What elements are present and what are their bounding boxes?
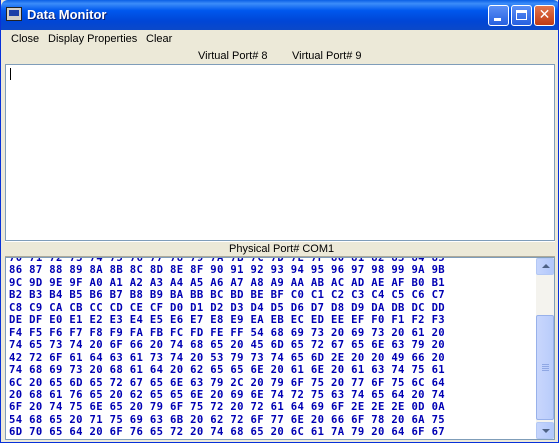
- title-bar[interactable]: Data Monitor ✕: [1, 0, 558, 30]
- menu-display-properties[interactable]: Display Properties: [48, 33, 137, 45]
- menu-clear[interactable]: Clear: [146, 33, 172, 45]
- hex-line: 54 68 65 20 71 75 69 63 6B 20 62 72 6F 7…: [9, 413, 446, 426]
- text-caret: [10, 68, 11, 80]
- grip-line: [542, 366, 549, 367]
- virtual-port-data-pane[interactable]: [5, 64, 555, 241]
- window-title: Data Monitor: [27, 7, 107, 22]
- physical-port-data-pane[interactable]: 70 71 72 73 74 75 76 77 78 79 7A 7B 7C 7…: [5, 257, 555, 440]
- physical-port-label: Physical Port# COM1: [229, 243, 335, 255]
- hex-dump-area: 70 71 72 73 74 75 76 77 78 79 7A 7B 7C 7…: [7, 258, 535, 439]
- virtual-port-a-label: Virtual Port# 8: [198, 50, 268, 62]
- grip-line: [542, 370, 549, 371]
- minimize-icon: [494, 18, 501, 21]
- data-monitor-window: Data Monitor ✕ Close Display Properties …: [0, 0, 559, 443]
- hex-line: C8 C9 CA CB CC CD CE CF D0 D1 D2 D3 D4 D…: [9, 301, 446, 314]
- hex-line: 74 65 73 74 20 6F 66 20 74 68 65 20 45 6…: [9, 339, 446, 352]
- app-monitor-icon: [6, 7, 22, 21]
- maximize-button[interactable]: [511, 5, 532, 26]
- maximize-icon: [516, 10, 527, 20]
- hex-line: 6F 20 74 75 6E 65 20 79 6F 75 72 20 72 6…: [9, 401, 446, 414]
- scroll-up-button[interactable]: [536, 258, 554, 275]
- grip-line: [542, 368, 549, 369]
- hex-line: 86 87 88 89 8A 8B 8C 8D 8E 8F 90 91 92 9…: [9, 264, 446, 277]
- physical-port-header: Physical Port# COM1: [5, 241, 555, 257]
- scroll-up-arrow-icon: [542, 264, 550, 268]
- menu-close[interactable]: Close: [11, 33, 39, 45]
- hex-line: DE DF E0 E1 E2 E3 E4 E5 E6 E7 E8 E9 EA E…: [9, 314, 446, 327]
- hex-line: 42 72 6F 61 64 63 61 73 74 20 53 79 73 7…: [9, 351, 446, 364]
- hex-line: F4 F5 F6 F7 F8 F9 FA FB FC FD FE FF 54 6…: [9, 326, 446, 339]
- hex-line: 6C 20 65 6D 65 72 67 65 6E 63 79 2C 20 7…: [9, 376, 446, 389]
- hex-dump-text: 70 71 72 73 74 75 76 77 78 79 7A 7B 7C 7…: [9, 258, 445, 439]
- close-icon: ✕: [538, 7, 551, 23]
- scroll-thumb[interactable]: [536, 315, 554, 420]
- scroll-down-button[interactable]: [536, 422, 554, 439]
- minimize-button[interactable]: [488, 5, 509, 26]
- virtual-port-b-label: Virtual Port# 9: [292, 50, 362, 62]
- hex-line: 20 68 61 76 65 20 62 65 65 6E 20 69 6E 7…: [9, 388, 446, 401]
- hex-line: 9C 9D 9E 9F A0 A1 A2 A3 A4 A5 A6 A7 A8 A…: [9, 276, 446, 289]
- grip-line: [542, 364, 549, 365]
- close-window-button[interactable]: ✕: [534, 5, 555, 26]
- hex-line: B2 B3 B4 B5 B6 B7 B8 B9 BA BB BC BD BE B…: [9, 289, 446, 302]
- vertical-scrollbar[interactable]: [536, 258, 554, 439]
- hex-line: 6D 70 65 64 20 6F 76 65 72 20 74 68 65 2…: [9, 426, 446, 439]
- hex-line: 74 68 69 73 20 68 61 64 20 62 65 65 6E 2…: [9, 364, 446, 377]
- menu-bar: Close Display Properties Clear: [4, 30, 557, 48]
- scroll-down-arrow-icon: [542, 429, 550, 433]
